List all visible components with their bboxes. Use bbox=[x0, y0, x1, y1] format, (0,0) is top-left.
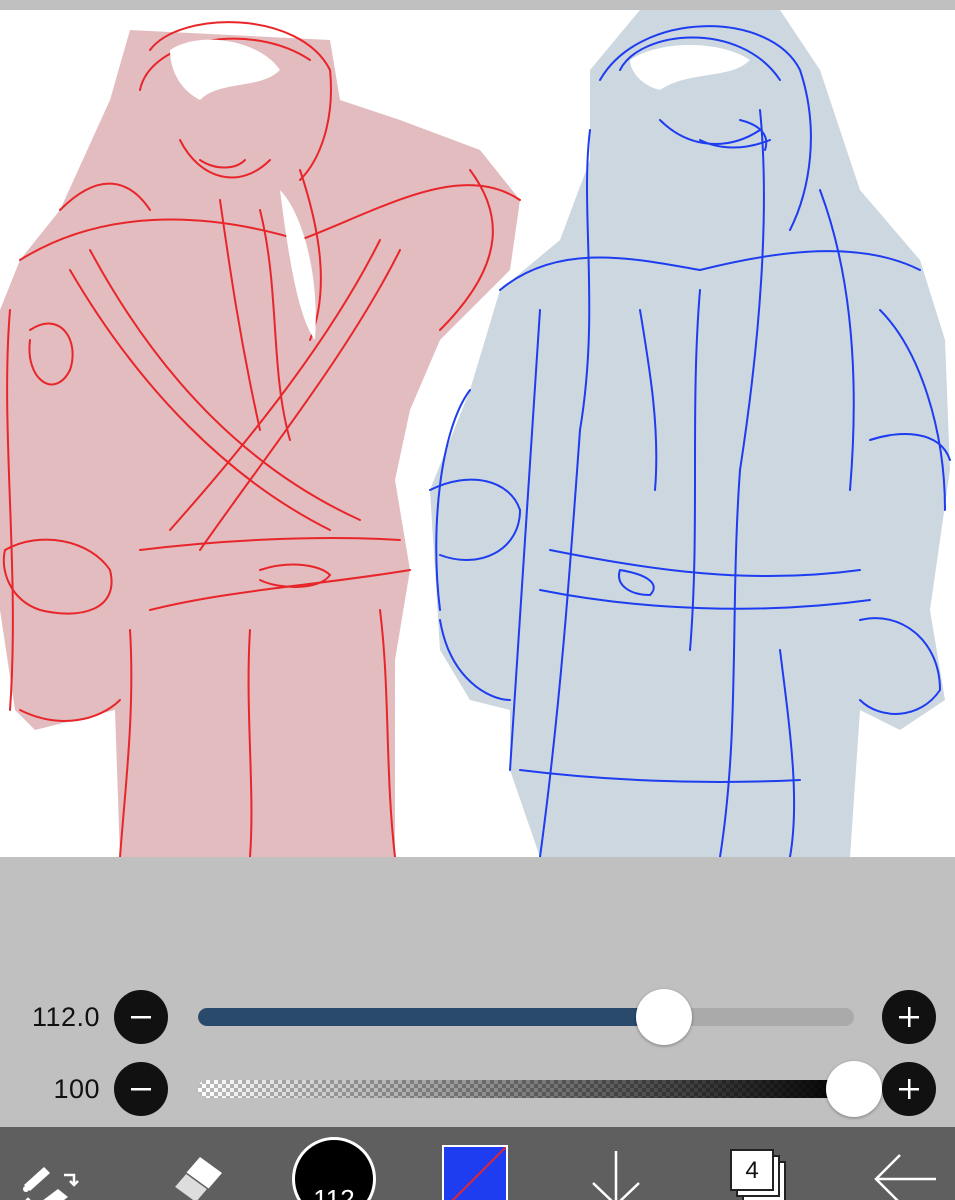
layer-count-label: 4 bbox=[745, 1157, 759, 1184]
opacity-decrease-button[interactable] bbox=[114, 1062, 168, 1116]
opacity-increase-button[interactable] bbox=[882, 1062, 936, 1116]
drawing-canvas[interactable] bbox=[0, 10, 955, 857]
brush-size-value: 112.0 bbox=[31, 1002, 100, 1032]
plus-icon bbox=[899, 1079, 919, 1099]
download-arrow-icon bbox=[592, 1151, 640, 1200]
minus-icon bbox=[131, 1016, 151, 1019]
brush-size-decrease-button[interactable] bbox=[114, 990, 168, 1044]
opacity-slider-thumb[interactable] bbox=[826, 1061, 882, 1117]
eraser-button[interactable] bbox=[160, 1147, 230, 1200]
back-arrow-icon bbox=[874, 1154, 936, 1200]
brush-tool-button[interactable] bbox=[18, 1145, 88, 1200]
top-strip bbox=[0, 0, 955, 10]
brush-tool-icon bbox=[23, 1167, 79, 1200]
back-button[interactable] bbox=[870, 1145, 940, 1200]
bottom-toolbar: 112 4 bbox=[0, 1127, 955, 1200]
download-button[interactable] bbox=[585, 1145, 647, 1200]
minus-icon bbox=[131, 1088, 151, 1091]
right-figure-fill bbox=[430, 10, 950, 857]
brush-size-slider-fill bbox=[198, 1008, 664, 1026]
opacity-slider-track[interactable] bbox=[198, 1080, 854, 1098]
brush-size-icon[interactable]: 112 bbox=[292, 1137, 376, 1200]
opacity-value: 100 bbox=[53, 1074, 100, 1104]
color-swatch-slash bbox=[451, 1147, 506, 1200]
brush-size-slider-track[interactable] bbox=[198, 1008, 854, 1026]
layers-button[interactable]: 4 bbox=[726, 1145, 796, 1200]
plus-icon bbox=[899, 1007, 919, 1027]
artwork-sketch bbox=[0, 10, 951, 857]
brush-size-increase-button[interactable] bbox=[882, 990, 936, 1044]
left-figure-fill bbox=[0, 30, 520, 857]
brush-size-toolbar-label: 112 bbox=[313, 1184, 355, 1200]
color-swatch-icon[interactable] bbox=[442, 1145, 508, 1200]
opacity-gradient bbox=[198, 1080, 854, 1098]
layers-icon: 4 bbox=[730, 1149, 774, 1191]
eraser-icon bbox=[172, 1157, 222, 1200]
brush-size-slider-thumb[interactable] bbox=[635, 989, 692, 1045]
